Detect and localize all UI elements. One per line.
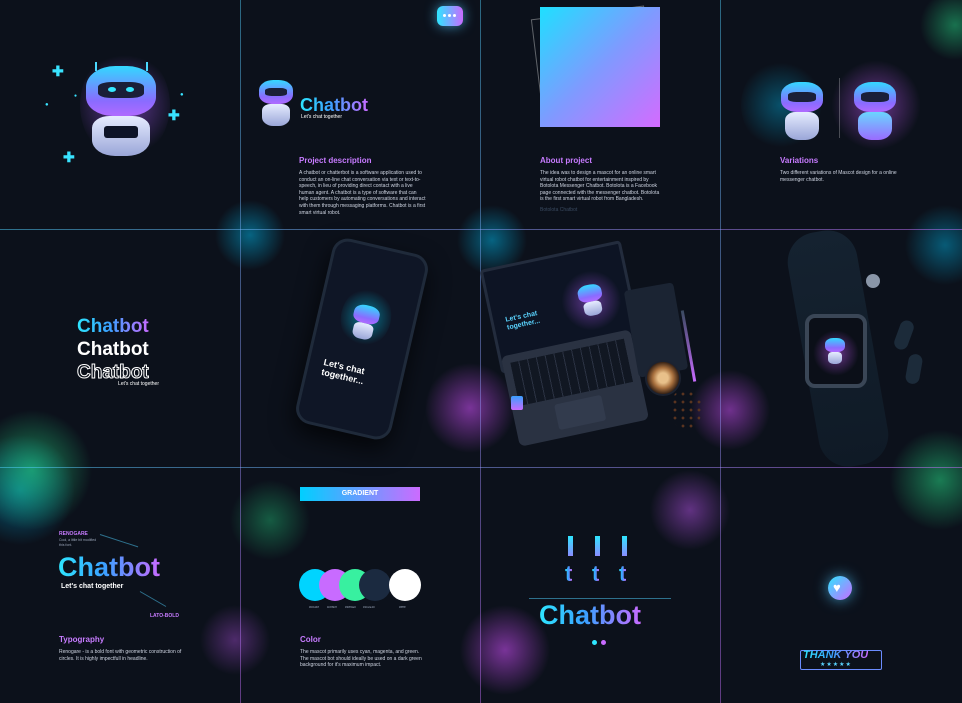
color-tile: GRADIENT #00d4ff #c86bff #38f0a0 #1b2a40… [241,468,480,703]
pattern-card [540,7,660,127]
font-primary-label: RENOGARE [59,531,88,537]
gradient-label: GRADIENT [341,490,379,497]
coffee-beans [671,390,701,428]
variation-a-visor [788,92,816,102]
typography-text: Renogare - is a bold font with geometric… [59,649,182,662]
phone-device: Let's chat together... [292,235,432,443]
font-secondary-label: LATO-BOLD [150,613,179,619]
watch-mockup-tile [721,225,962,472]
earbud-left [892,318,916,352]
dot [601,640,606,645]
construction-letter: t [592,561,600,586]
laptop-mockup-tile: Let's chat together... [479,230,720,467]
thank-you-tile: ♥ THANK YOU ★★★★★ [721,468,962,703]
about-link[interactable]: Botolota Chatbot [540,207,577,214]
swatch-hex: #1b2a40 [363,605,375,609]
color-heading: Color [300,635,321,644]
logo-mascot-body [262,104,290,126]
watch-face [805,314,867,388]
strap-buckle [866,274,880,288]
logo-construction-tile: t t t Chatbot [481,468,720,703]
project-heading: Project description [299,156,372,165]
construction-wordmark: Chatbot [539,600,641,630]
about-heading: About project [540,156,592,165]
construction-letter: t [565,561,573,586]
swatch-navy [359,569,391,601]
sparkle-icon: ● [45,102,49,108]
typography-tile: RENOGARE Cool, a little bit modified thi… [0,468,240,703]
mascot-chest-screen [104,126,138,138]
variation-b-visor [861,92,889,102]
laptop-chat-text: Let's chat together... [504,310,541,332]
sparkle-icon: ● [180,92,184,98]
construction-letter: t [619,561,627,586]
variation-a-body [785,112,819,140]
variations-text: Two different variations of Mascot desig… [780,170,897,183]
laptop-trackpad [554,394,607,431]
brand-presentation-board: ✚ ✚ ✚ ● ● ● Chatbot Let's chat together … [0,0,962,703]
mascot-eye-right [126,87,134,92]
watch-mascot-body [828,352,842,364]
variation-separator [839,78,840,138]
about-project-tile: About project The idea was to design a m… [481,0,720,229]
annotation-line [139,591,167,607]
swatch-hex: #38f0a0 [345,605,356,609]
logo-tagline: Let's chat together [301,114,342,120]
wordmark-tagline: Let's chat together [118,381,159,387]
logo-mascot-visor [265,88,287,96]
phone-mockup-tile: Let's chat together... [241,230,480,467]
project-description-tile: Chatbot Let's chat together Project desc… [241,0,480,229]
thank-you-stars: ★★★★★ [820,662,852,668]
variations-heading: Variations [780,156,819,165]
sparkle-icon: ✚ [168,107,180,123]
heart-icon: ♥ [828,576,852,600]
annotation-line [99,534,139,548]
mascot-tile: ✚ ✚ ✚ ● ● ● [0,0,240,229]
color-text: The mascot primarily uses cyan, magenta,… [300,649,422,669]
swatch-white [389,569,421,601]
font-primary-note: Cool, a little bit modified this font. [59,538,97,547]
phone-chat-text: Let's chat together... [320,357,366,387]
typography-tagline: Let's chat together [61,583,124,590]
wordmark-gradient: Chatbot [77,316,149,337]
typography-wordmark: Chatbot [58,552,160,582]
construction-rule [529,598,671,599]
sparkle-icon: ● [74,93,78,99]
letter-stem [595,536,600,556]
earbud-right [904,353,924,385]
wordmark-white: Chatbot [77,339,149,360]
typography-heading: Typography [59,635,105,644]
antenna-right [146,62,148,71]
dot [592,640,597,645]
variations-tile: Variations Two different variations of M… [721,0,962,229]
variation-b-body [858,112,892,140]
chat-bubble-icon [437,6,463,26]
sparkle-icon: ✚ [63,149,75,165]
coffee-cup [645,360,681,396]
letter-stem [568,536,573,556]
swatch-hex: #ffffff [399,605,406,609]
logo-wordmark: Chatbot [300,95,368,115]
mascot-eye-left [108,87,116,92]
swatch-hex: #00d4ff [309,605,319,609]
thank-you-text: THANK YOU [803,649,869,661]
about-text: The idea was to design a mascot for an o… [540,170,660,203]
sparkle-icon: ✚ [52,63,64,79]
project-text: A chatbot or chatterbot is a software ap… [299,170,426,216]
letter-stem [622,536,627,556]
watch-mascot-head [825,338,845,352]
wordmark-variants-tile: Chatbot Chatbot Chatbot Let's chat toget… [0,230,240,467]
swatch-hex: #c86bff [327,605,337,609]
mascot-visor [98,82,144,98]
usb-drive [511,396,523,410]
